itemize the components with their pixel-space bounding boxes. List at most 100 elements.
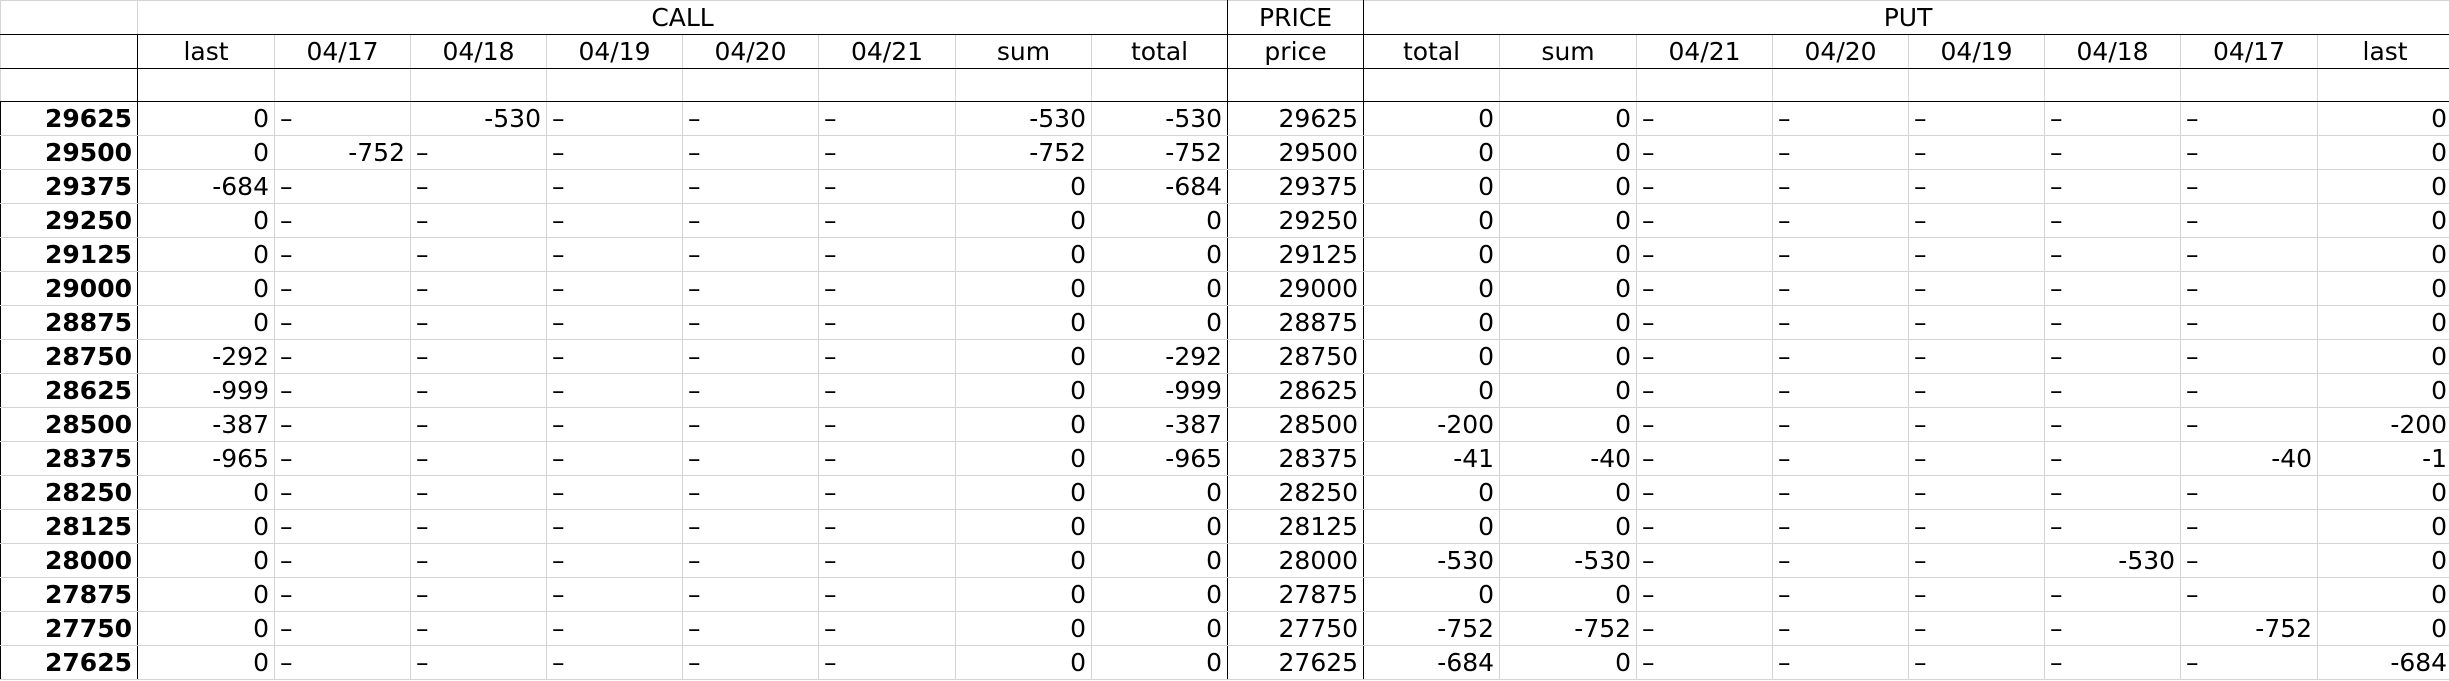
header-call-0419[interactable]: 04/19	[546, 34, 683, 69]
cell-put-0421[interactable]: –	[1636, 271, 1774, 306]
cell-put-0421[interactable]: –	[1636, 305, 1774, 340]
cell-put-0417[interactable]: –	[2180, 543, 2319, 578]
cell-call-0420[interactable]: –	[682, 611, 819, 646]
cell-put-0419[interactable]: –	[1908, 611, 2046, 646]
cell-put-0421[interactable]: –	[1636, 645, 1774, 680]
cell-call-0419[interactable]: –	[546, 645, 683, 680]
cell-price[interactable]: 29625	[1227, 101, 1365, 136]
cell-call-last[interactable]: 0	[137, 271, 275, 306]
cell-put-0421[interactable]: –	[1636, 577, 1774, 612]
cell-call-0420[interactable]: –	[682, 305, 819, 340]
cell-call-0417[interactable]: –	[274, 305, 411, 340]
cell-put-0420[interactable]: –	[1772, 135, 1910, 170]
cell-call-0418[interactable]: –	[410, 645, 547, 680]
cell-call-0417[interactable]: -752	[274, 135, 411, 170]
blank-cell[interactable]	[1772, 68, 1910, 102]
cell-call-0421[interactable]: –	[818, 475, 956, 510]
cell-call-0417[interactable]: –	[274, 475, 411, 510]
cell-call-last[interactable]: 0	[137, 305, 275, 340]
cell-call-0417[interactable]: –	[274, 271, 411, 306]
blank-cell[interactable]	[137, 68, 275, 102]
cell-call-0417[interactable]: –	[274, 339, 411, 374]
cell-call-0420[interactable]: –	[682, 543, 819, 578]
row-header-cell[interactable]: 28875	[0, 305, 138, 340]
header-call-0418[interactable]: 04/18	[410, 34, 547, 69]
cell-put-last[interactable]: 0	[2317, 271, 2449, 306]
cell-put-0420[interactable]: –	[1772, 441, 1910, 476]
cell-put-sum[interactable]: 0	[1499, 101, 1638, 136]
blank-cell[interactable]	[1363, 68, 1501, 102]
cell-put-0417[interactable]: -752	[2180, 611, 2319, 646]
cell-call-0420[interactable]: –	[682, 135, 819, 170]
cell-put-total[interactable]: -684	[1363, 645, 1501, 680]
cell-call-0421[interactable]: –	[818, 543, 956, 578]
cell-call-0421[interactable]: –	[818, 407, 956, 442]
cell-put-total[interactable]: -752	[1363, 611, 1501, 646]
blank-cell[interactable]	[2044, 68, 2182, 102]
cell-call-0418[interactable]: –	[410, 441, 547, 476]
cell-call-total[interactable]: 0	[1090, 203, 1229, 238]
cell-call-0421[interactable]: –	[818, 645, 956, 680]
cell-put-0420[interactable]: –	[1772, 169, 1910, 204]
blank-cell[interactable]	[274, 68, 411, 102]
cell-put-last[interactable]: 0	[2317, 237, 2449, 272]
cell-call-0421[interactable]: –	[818, 339, 956, 374]
cell-call-0418[interactable]: –	[410, 509, 547, 544]
row-header-cell[interactable]: 27875	[0, 577, 138, 612]
row-header-cell[interactable]: 29125	[0, 237, 138, 272]
cell-put-total[interactable]: 0	[1363, 271, 1501, 306]
cell-call-sum[interactable]: 0	[955, 475, 1092, 510]
cell-call-0419[interactable]: –	[546, 407, 683, 442]
cell-put-0420[interactable]: –	[1772, 645, 1910, 680]
cell-call-sum[interactable]: -530	[955, 101, 1092, 136]
cell-call-last[interactable]: -387	[137, 407, 275, 442]
cell-call-total[interactable]: 0	[1090, 237, 1229, 272]
header-call-0420[interactable]: 04/20	[682, 34, 819, 69]
cell-call-0418[interactable]: –	[410, 543, 547, 578]
cell-call-total[interactable]: 0	[1090, 577, 1229, 612]
cell-call-0421[interactable]: –	[818, 373, 956, 408]
cell-call-0419[interactable]: –	[546, 441, 683, 476]
cell-call-0418[interactable]: –	[410, 577, 547, 612]
cell-call-0417[interactable]: –	[274, 509, 411, 544]
cell-call-sum[interactable]: 0	[955, 645, 1092, 680]
cell-call-sum[interactable]: 0	[955, 543, 1092, 578]
cell-call-0420[interactable]: –	[682, 645, 819, 680]
cell-call-0421[interactable]: –	[818, 271, 956, 306]
cell-put-0419[interactable]: –	[1908, 271, 2046, 306]
cell-call-0418[interactable]: -530	[410, 101, 547, 136]
cell-put-0419[interactable]: –	[1908, 645, 2046, 680]
cell-put-total[interactable]: 0	[1363, 237, 1501, 272]
cell-put-0421[interactable]: –	[1636, 101, 1774, 136]
header-row-label[interactable]	[0, 34, 138, 69]
cell-put-0418[interactable]: –	[2044, 407, 2182, 442]
cell-call-0420[interactable]: –	[682, 475, 819, 510]
cell-call-0419[interactable]: –	[546, 169, 683, 204]
cell-put-total[interactable]: 0	[1363, 203, 1501, 238]
cell-put-0420[interactable]: –	[1772, 339, 1910, 374]
cell-put-0419[interactable]: –	[1908, 441, 2046, 476]
cell-put-total[interactable]: 0	[1363, 509, 1501, 544]
cell-call-0419[interactable]: –	[546, 203, 683, 238]
cell-put-sum[interactable]: 0	[1499, 407, 1638, 442]
row-header-cell[interactable]: 29375	[0, 169, 138, 204]
cell-price[interactable]: 28125	[1227, 509, 1365, 544]
blank-cell[interactable]	[0, 68, 138, 102]
cell-put-total[interactable]: -41	[1363, 441, 1501, 476]
cell-call-sum[interactable]: -752	[955, 135, 1092, 170]
put-group-header[interactable]: PUT	[1363, 0, 2449, 35]
cell-call-0421[interactable]: –	[818, 305, 956, 340]
cell-call-sum[interactable]: 0	[955, 407, 1092, 442]
cell-put-sum[interactable]: 0	[1499, 339, 1638, 374]
cell-call-0420[interactable]: –	[682, 237, 819, 272]
cell-put-sum[interactable]: -530	[1499, 543, 1638, 578]
row-header-cell[interactable]: 29000	[0, 271, 138, 306]
cell-put-sum[interactable]: 0	[1499, 305, 1638, 340]
header-put-last[interactable]: last	[2317, 34, 2449, 69]
cell-put-0417[interactable]: –	[2180, 577, 2319, 612]
cell-put-0418[interactable]: –	[2044, 135, 2182, 170]
cell-price[interactable]: 28000	[1227, 543, 1365, 578]
cell-call-sum[interactable]: 0	[955, 305, 1092, 340]
cell-call-0420[interactable]: –	[682, 203, 819, 238]
cell-call-last[interactable]: -965	[137, 441, 275, 476]
